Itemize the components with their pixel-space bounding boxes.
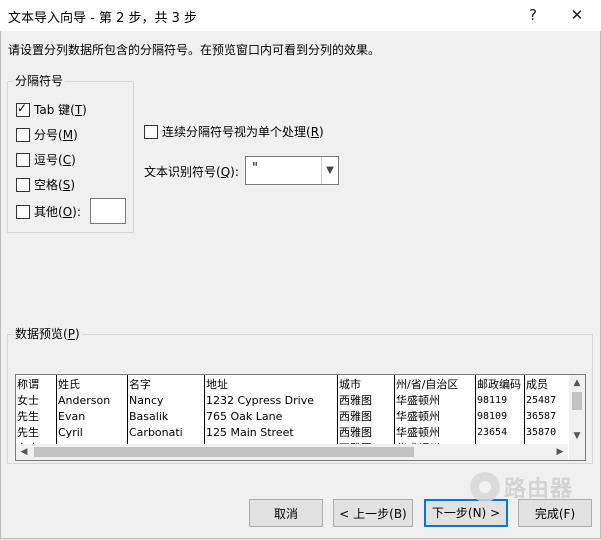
help-button[interactable]: ? (518, 2, 548, 28)
text-qualifier-value: " (252, 161, 258, 176)
preview-cell: 西雅图 (339, 394, 372, 407)
other-delimiter-input[interactable] (90, 198, 126, 224)
semicolon-checkbox[interactable] (16, 127, 30, 142)
preview-cell: 98119 (477, 395, 508, 406)
column-break-line[interactable] (475, 375, 476, 444)
data-preview[interactable]: 称谓 姓氏 名字 地址 城市 州/省/自治区 邮政编码 成员女士 Anderson Nancy 12… (15, 374, 586, 461)
title-bar: 文本导入向导 - 第 2 步，共 3 步 ? ✕ (0, 0, 601, 31)
consecutive-access-key: R (310, 125, 320, 139)
preview-cell: 35870 (526, 427, 557, 438)
preview-header-cell: 称谓 (17, 378, 39, 391)
consecutive-checkbox-label: 连续分隔符号视为单个处理 (162, 125, 307, 139)
tab-access-key: T (74, 103, 83, 117)
preview-header-cell: 州/省/自治区 (396, 378, 459, 391)
preview-label-text: 数据预览 (15, 327, 64, 341)
scroll-up-icon[interactable]: ▲ (569, 375, 585, 391)
preview-header-cell: 地址 (206, 378, 228, 391)
preview-cell: Nancy (129, 394, 164, 407)
semicolon-checkbox-label: 分号 (34, 128, 59, 142)
preview-header-cell: 名字 (129, 378, 151, 391)
tab-checkbox-label: Tab 键 (34, 103, 71, 117)
other-checkbox[interactable] (16, 204, 30, 219)
preview-cell: 西雅图 (339, 426, 372, 439)
instruction-text: 请设置分列数据所包含的分隔符号。在预览窗口内可看到分列的效果。 (8, 43, 381, 57)
horizontal-scrollbar[interactable]: ◀ ▶ (16, 444, 568, 460)
scroll-left-icon[interactable]: ◀ (16, 444, 32, 460)
preview-cell: 125 Main Street (206, 426, 294, 439)
preview-cell: 女士 (17, 394, 39, 407)
preview-cell: 98109 (477, 411, 508, 422)
column-break-line[interactable] (337, 375, 338, 444)
preview-cell: 华盛顿州 (396, 426, 440, 439)
column-break-line[interactable] (56, 375, 57, 444)
column-break-line[interactable] (204, 375, 205, 444)
watermark-text: 路由器 (504, 477, 574, 502)
tab-checkbox-row[interactable]: Tab 键(T) (16, 101, 87, 118)
preview-cell: 1232 Cypress Drive (206, 394, 314, 407)
space-checkbox[interactable] (16, 177, 30, 192)
space-checkbox-row[interactable]: 空格(S) (16, 176, 75, 193)
preview-cell: 765 Oak Lane (206, 410, 283, 423)
chevron-down-icon[interactable]: ▼ (321, 157, 338, 184)
back-button[interactable]: < 上一步(B) (333, 499, 413, 527)
semicolon-access-key: M (62, 128, 74, 142)
preview-cell: 先生 (17, 410, 39, 423)
text-qualifier-label: 文本识别符号(Q): (144, 165, 239, 179)
text-qualifier-label-text: 文本识别符号 (144, 165, 217, 179)
preview-cell: 华盛顿州 (396, 394, 440, 407)
vertical-scrollbar[interactable]: ▲ ▼ (569, 375, 585, 444)
comma-access-key: C (62, 153, 72, 167)
other-checkbox-row[interactable]: 其他(O): (16, 203, 81, 220)
preview-cell: Basalik (129, 410, 169, 423)
preview-header-cell: 成员 (526, 378, 548, 391)
preview-header-cell: 城市 (339, 378, 361, 391)
text-qualifier-select[interactable]: " ▼ (245, 156, 339, 185)
tab-checkbox[interactable] (16, 101, 30, 117)
preview-cell: 23654 (477, 427, 508, 438)
preview-header-cell: 邮政编码 (477, 378, 521, 391)
preview-cell: Evan (58, 410, 86, 423)
preview-cell: 华盛顿州 (396, 410, 440, 423)
horizontal-scroll-thumb[interactable] (34, 447, 414, 457)
cancel-button[interactable]: 取消 (249, 499, 323, 527)
preview-cell: 36587 (526, 411, 557, 422)
preview-cell: 先生 (17, 426, 39, 439)
column-break-line[interactable] (127, 375, 128, 444)
semicolon-checkbox-row[interactable]: 分号(M) (16, 126, 78, 143)
router-logo-icon (470, 472, 500, 502)
watermark-logo: 路由器 (470, 470, 586, 504)
comma-checkbox-label: 逗号 (34, 153, 59, 167)
preview-access-key: P (67, 327, 75, 341)
consecutive-checkbox[interactable] (144, 124, 158, 139)
scroll-down-icon[interactable]: ▼ (569, 428, 585, 444)
scroll-right-icon[interactable]: ▶ (552, 444, 568, 460)
preview-cell: 25487 (526, 395, 557, 406)
scroll-corner (569, 444, 585, 460)
preview-cell: Carbonati (129, 426, 183, 439)
preview-header-cell: 姓氏 (58, 378, 80, 391)
vertical-scroll-thumb[interactable] (572, 392, 582, 410)
comma-checkbox[interactable] (16, 152, 30, 167)
space-access-key: S (62, 178, 71, 192)
comma-checkbox-row[interactable]: 逗号(C) (16, 151, 76, 168)
preview-cell: 西雅图 (339, 410, 372, 423)
text-qualifier-access-key: Q (220, 165, 231, 179)
preview-cell: Cyril (58, 426, 83, 439)
preview-label: 数据预览(P) (13, 325, 82, 342)
window-title: 文本导入向导 - 第 2 步，共 3 步 (8, 11, 198, 26)
column-break-line[interactable] (394, 375, 395, 444)
space-checkbox-label: 空格 (34, 178, 59, 192)
consecutive-checkbox-row[interactable]: 连续分隔符号视为单个处理(R) (144, 123, 324, 140)
other-checkbox-label: 其他 (34, 205, 59, 219)
other-access-key: O (62, 205, 73, 219)
delimiters-group-label: 分隔符号 (13, 72, 66, 89)
column-break-line[interactable] (524, 375, 525, 444)
preview-grid: 称谓 姓氏 名字 地址 城市 州/省/自治区 邮政编码 成员女士 Anderson Nancy 12… (16, 375, 568, 455)
preview-cell: Anderson (58, 394, 111, 407)
close-button[interactable]: ✕ (562, 2, 592, 28)
